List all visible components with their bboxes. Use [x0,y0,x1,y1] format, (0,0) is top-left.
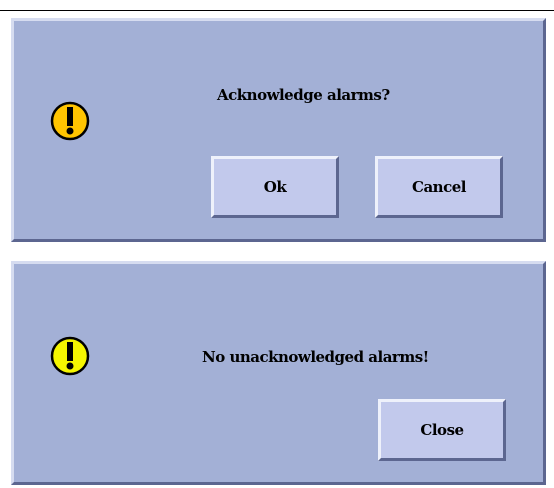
acknowledge-alarms-dialog: Acknowledge alarms? Ok Cancel [11,18,546,242]
dialog-message: No unacknowledged alarms! [202,348,429,366]
cancel-button[interactable]: Cancel [375,156,503,218]
ok-button[interactable]: Ok [211,156,339,218]
warning-exclamation-icon [50,101,90,141]
warning-exclamation-icon [50,336,90,376]
top-divider [0,10,554,11]
no-unacknowledged-alarms-dialog: No unacknowledged alarms! Close [11,261,546,485]
close-button[interactable]: Close [378,399,506,461]
dialog-message: Acknowledge alarms? [217,86,390,104]
page: Acknowledge alarms? Ok Cancel No unackno… [0,0,554,488]
